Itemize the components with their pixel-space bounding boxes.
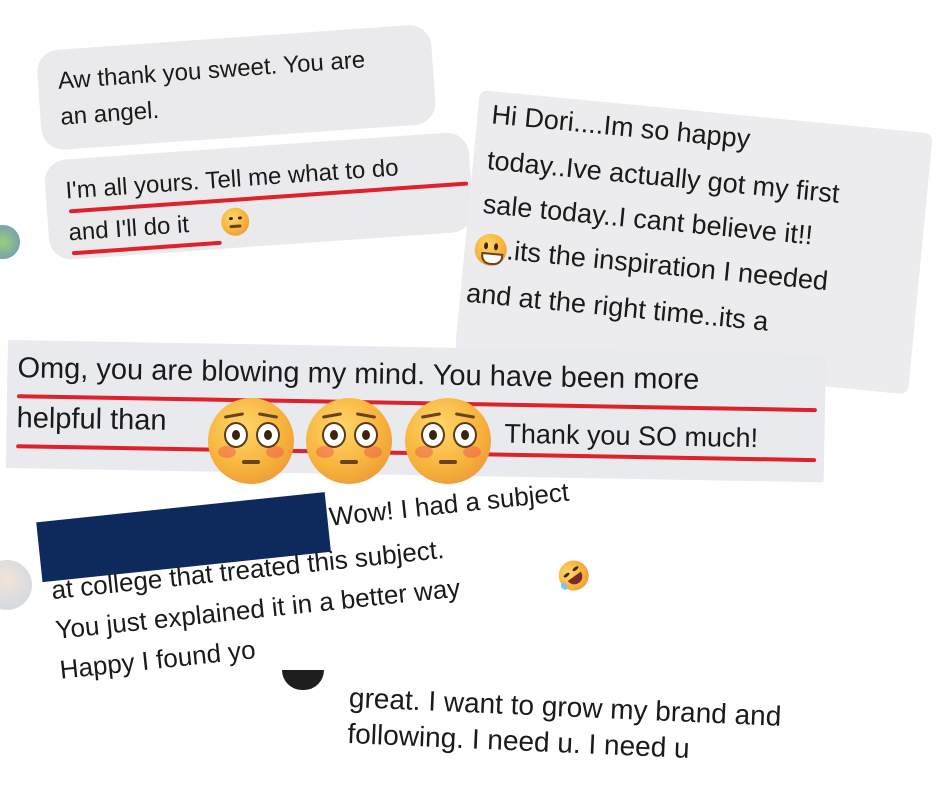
snippet-thank-you: Aw thank you sweet. You are an angel. I'… [25, 9, 480, 269]
flushed-face-emoji [405, 398, 491, 484]
flushed-face-emoji [208, 398, 294, 484]
flushed-face-emoji [306, 398, 392, 484]
rofl-emoji [552, 554, 595, 597]
snippet-grow-brand: great. I want to grow my brand and follo… [346, 676, 890, 799]
avatar [0, 225, 20, 259]
avatar [0, 560, 32, 610]
avatar [282, 670, 324, 690]
message-text: helpful than [16, 402, 167, 437]
snippet-college-subject: Wow! I had a subject at college that tre… [36, 459, 635, 689]
message-text: Wow! I had a subject [327, 476, 571, 532]
message-text: Thank you SO much! [504, 418, 759, 454]
